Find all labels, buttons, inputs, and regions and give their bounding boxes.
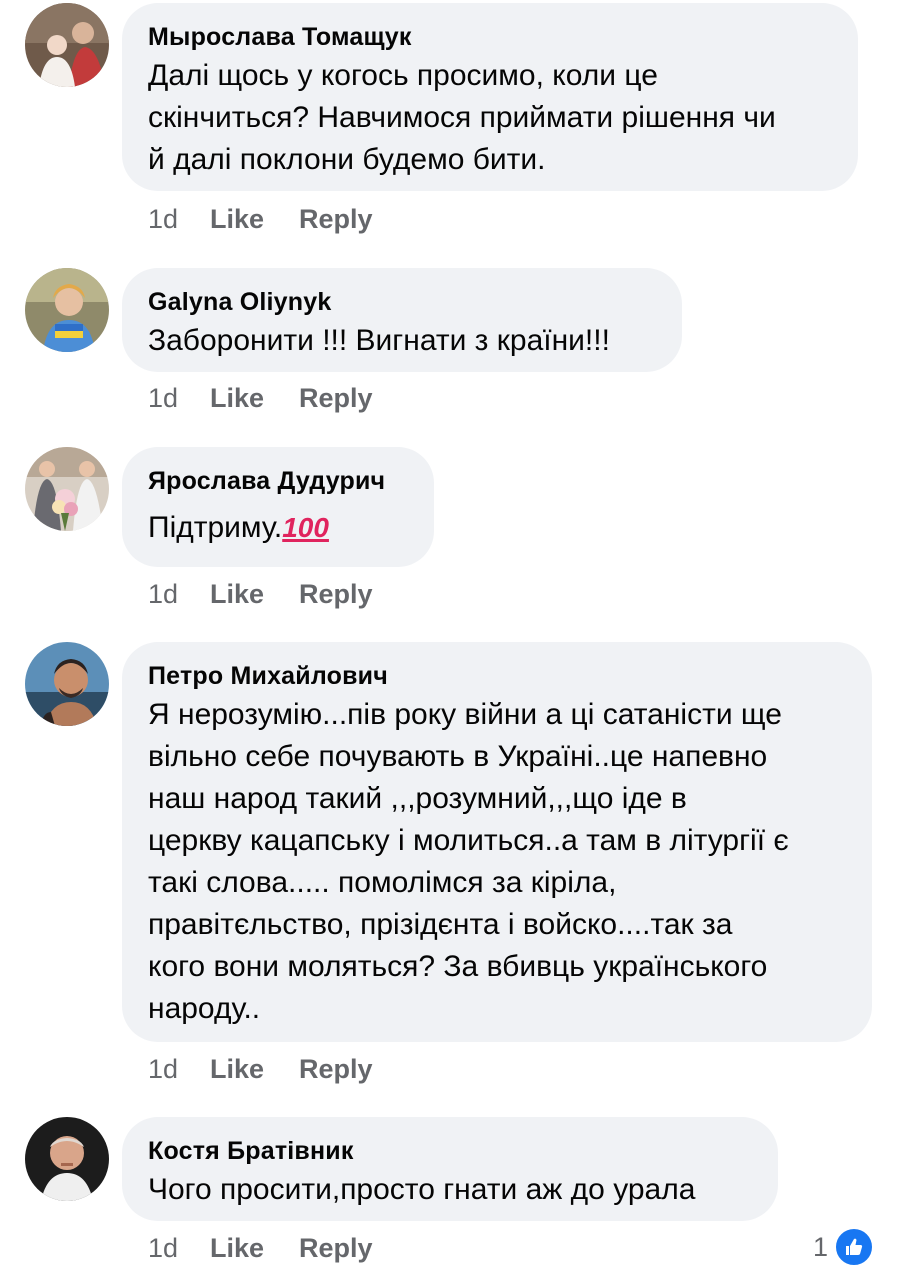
comment-author[interactable]: Костя Братівник — [148, 1135, 752, 1167]
comment-actions: 1d Like Reply — [148, 201, 373, 237]
avatar[interactable] — [25, 447, 109, 531]
thumbs-up-icon — [834, 1227, 874, 1267]
comment-timestamp[interactable]: 1d — [148, 1230, 210, 1266]
comment-bubble: Петро Михайлович Я нерозумію...пів року … — [122, 642, 872, 1042]
comment-bubble: Ярослава Дудурич Підтриму.100 — [122, 447, 434, 567]
comment-actions: 1d Like Reply — [148, 1230, 373, 1266]
like-button[interactable]: Like — [210, 201, 299, 237]
reply-button[interactable]: Reply — [299, 1230, 373, 1266]
comment-author[interactable]: Ярослава Дудурич — [148, 465, 408, 497]
avatar[interactable] — [25, 3, 109, 87]
comment-timestamp[interactable]: 1d — [148, 576, 210, 612]
comment-text: Чого просити,просто гнати аж до урала — [148, 1173, 696, 1206]
comment-actions: 1d Like Reply — [148, 1051, 373, 1087]
comment-text: Далі щось у когось просимо, коли це скін… — [148, 59, 776, 176]
comment-author[interactable]: Петро Михайлович — [148, 660, 846, 692]
reply-button[interactable]: Reply — [299, 380, 373, 416]
comment-bubble: Galyna Oliynyk Заборонити !!! Вигнати з … — [122, 268, 682, 372]
avatar[interactable] — [25, 642, 109, 726]
comment-text-content: Підтриму. — [148, 511, 283, 544]
avatar[interactable] — [25, 268, 109, 352]
reply-button[interactable]: Reply — [299, 201, 373, 237]
reply-button[interactable]: Reply — [299, 576, 373, 612]
comment-text: Я нерозумію...пів року війни а ці сатані… — [148, 698, 789, 1025]
comment-bubble: Мырослава Томащук Далі щось у когось про… — [122, 3, 858, 191]
like-button[interactable]: Like — [210, 1051, 299, 1087]
comment-timestamp[interactable]: 1d — [148, 1051, 210, 1087]
comment-actions: 1d Like Reply — [148, 380, 373, 416]
comment-timestamp[interactable]: 1d — [148, 201, 210, 237]
like-button[interactable]: Like — [210, 1230, 299, 1266]
comment-bubble: Костя Братівник Чого просити,просто гнат… — [122, 1117, 778, 1221]
comment-author[interactable]: Galyna Oliynyk — [148, 286, 656, 318]
reply-button[interactable]: Reply — [299, 1051, 373, 1087]
comment-timestamp[interactable]: 1d — [148, 380, 210, 416]
comment-author[interactable]: Мырослава Томащук — [148, 21, 832, 53]
like-button[interactable]: Like — [210, 380, 299, 416]
comment-text: Підтриму.100 — [148, 507, 408, 549]
hundred-points-icon: 100 — [282, 512, 329, 543]
comment-actions: 1d Like Reply — [148, 576, 373, 612]
reaction-count: 1 — [812, 1231, 828, 1262]
avatar[interactable] — [25, 1117, 109, 1201]
reaction-summary[interactable]: 1 — [813, 1227, 874, 1267]
like-button[interactable]: Like — [210, 576, 299, 612]
comment-text: Заборонити !!! Вигнати з країни!!! — [148, 324, 610, 357]
